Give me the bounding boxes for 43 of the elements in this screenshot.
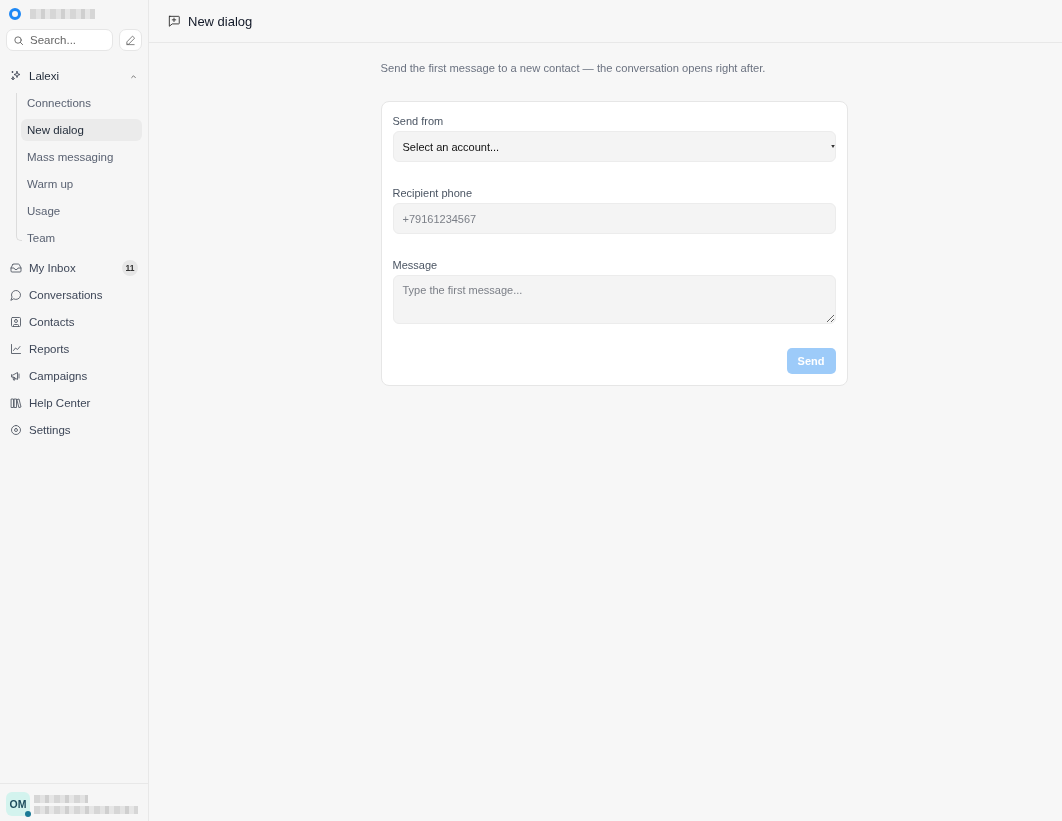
phone-input-field[interactable]: +79161234567 (392, 203, 836, 234)
line-chart-icon (10, 343, 22, 355)
nav-item[interactable]: Contacts (10, 311, 142, 333)
sidebar-subitem[interactable]: Warm up (21, 173, 142, 195)
pencil-icon (125, 34, 136, 46)
nav-item[interactable]: Reports (10, 338, 142, 360)
logo-icon[interactable] (9, 8, 21, 20)
sidebar-subitem[interactable]: Mass messaging (21, 146, 142, 168)
user-profile[interactable]: OM (0, 783, 148, 821)
search-field[interactable]: Search... (6, 29, 113, 51)
caret-icon (830, 145, 835, 148)
field-label: Send from (392, 114, 445, 128)
intro-text: Send the first message to a new contact — the conversation opens right after. (380, 62, 767, 75)
count-badge: 11 (122, 260, 138, 276)
nav-item[interactable]: Campaigns (10, 365, 142, 387)
account-select[interactable]: Select an account... (392, 131, 836, 162)
blurred-text-block (34, 794, 88, 803)
nav-item[interactable]: Help Center (10, 392, 142, 414)
sparkle-icon (10, 70, 22, 82)
nav-item[interactable]: Conversations (10, 284, 142, 306)
sidebar-subitem[interactable]: Connections (21, 92, 142, 114)
message-textarea[interactable]: Type the first message... (392, 275, 836, 324)
sidebar-group-header[interactable]: Lalexi (4, 66, 142, 86)
compose-button[interactable] (119, 29, 142, 51)
books-icon (10, 397, 22, 409)
sidebar-subitem[interactable]: Usage (21, 200, 142, 222)
chevron-icon[interactable] (130, 73, 137, 79)
page-title: New dialog (188, 13, 253, 29)
search-icon (13, 34, 24, 46)
avatar-initials: OM (9, 798, 27, 810)
blurred-text-block (30, 9, 95, 19)
field-label: Message (392, 258, 439, 272)
megaphone-icon (10, 370, 22, 382)
field-label: Recipient phone (392, 186, 473, 200)
sidebar-subitem[interactable]: New dialog (21, 119, 142, 141)
sidebar-subitem[interactable]: Team (21, 227, 142, 249)
settings-icon (10, 424, 22, 436)
chat-bubble-icon (10, 289, 22, 301)
chat-plus-icon (167, 14, 181, 28)
nav-item[interactable]: Settings (10, 419, 142, 441)
inbox-icon (10, 262, 22, 274)
contact-card-icon (10, 316, 22, 328)
nav-item[interactable]: My Inbox 11 (10, 257, 142, 279)
